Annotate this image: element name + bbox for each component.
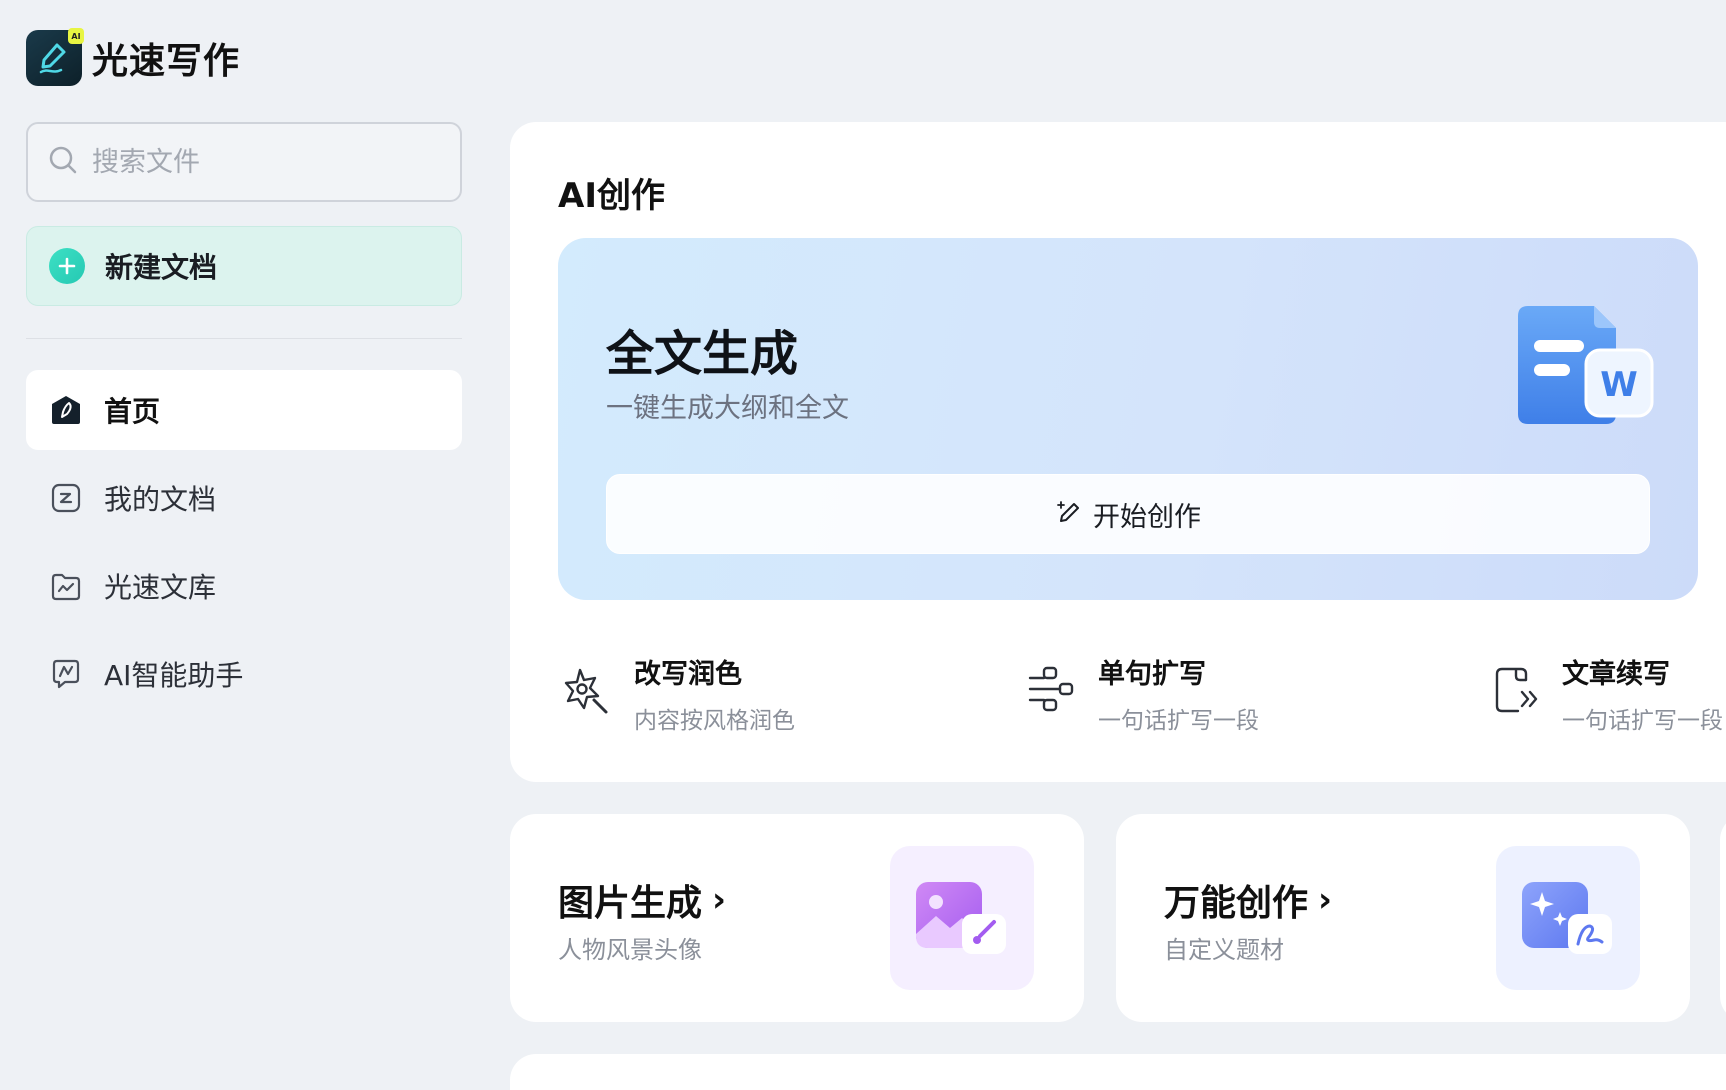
sidebar-item-label: AI智能助手 — [104, 659, 244, 692]
document-icon — [48, 480, 84, 516]
tool-title: 改写润色 — [634, 659, 742, 690]
tool-article-continue[interactable]: 文章续写 一句话扩写一段 — [1486, 652, 1723, 735]
expand-flow-icon — [1022, 660, 1082, 720]
sidebar-item-label: 我的文档 — [104, 483, 217, 516]
card-title: 图片生成 — [558, 883, 703, 924]
card-title-row: 万能创作 › — [1164, 874, 1332, 926]
new-document-label: 新建文档 — [105, 251, 218, 284]
sidebar-item-home[interactable]: 首页 — [26, 370, 462, 450]
start-creating-button[interactable]: 开始创作 — [606, 474, 1650, 554]
search-box[interactable] — [26, 122, 462, 202]
word-document-icon: W — [1516, 306, 1656, 430]
universal-creation-card[interactable]: 万能创作 › 自定义题材 — [1116, 814, 1690, 1022]
bottom-panel — [510, 1054, 1726, 1090]
ai-badge: AI — [68, 28, 84, 44]
image-generation-card[interactable]: 图片生成 › 人物风景头像 — [510, 814, 1084, 1022]
app-logo[interactable]: AI 光速写作 — [26, 28, 241, 86]
partial-card-offscreen — [1720, 814, 1726, 1022]
tool-subtitle: 内容按风格润色 — [634, 708, 795, 734]
card-title: 万能创作 — [1164, 883, 1309, 924]
card-subtitle: 自定义题材 — [1164, 936, 1284, 964]
continue-write-icon — [1486, 660, 1546, 720]
start-creating-label: 开始创作 — [1093, 501, 1201, 533]
sidebar-item-ai-assistant[interactable]: AI智能助手 — [26, 634, 462, 714]
chevron-right-icon: › — [1318, 880, 1333, 920]
folder-library-icon — [48, 568, 84, 604]
quick-tools: 改写润色 内容按风格润色 单句扩写 一句话扩写一段 文章续写 一句话扩写一段 — [558, 652, 1726, 742]
card-title-row: 图片生成 › — [558, 874, 726, 926]
sidebar-divider — [26, 338, 462, 339]
image-brush-icon — [890, 846, 1034, 990]
sidebar-item-label: 首页 — [104, 395, 161, 428]
card-subtitle: 人物风景头像 — [558, 936, 702, 964]
plus-icon — [49, 248, 85, 284]
search-icon — [48, 145, 78, 179]
magic-wand-icon — [558, 660, 618, 720]
ai-chat-icon — [48, 656, 84, 692]
hero-subtitle: 一键生成大纲和全文 — [606, 393, 849, 424]
sparkle-pen-icon — [1496, 846, 1640, 990]
home-icon — [48, 392, 84, 428]
tool-rewrite-polish[interactable]: 改写润色 内容按风格润色 — [558, 652, 795, 735]
tool-sentence-expand[interactable]: 单句扩写 一句话扩写一段 — [1022, 652, 1259, 735]
sidebar-item-my-documents[interactable]: 我的文档 — [26, 458, 462, 538]
sidebar-nav: 首页 我的文档 光速文库 AI智能助手 — [26, 370, 462, 722]
chevron-right-icon: › — [712, 880, 727, 920]
search-input[interactable] — [92, 146, 432, 178]
section-title: AI创作 — [558, 176, 665, 216]
app-name: 光速写作 — [92, 41, 241, 82]
hero-title: 全文生成 — [606, 326, 799, 382]
sidebar-item-label: 光速文库 — [104, 571, 217, 604]
ai-creation-panel: AI创作 全文生成 一键生成大纲和全文 W 开始创作 改写润色 内容按风格润色 … — [510, 122, 1726, 782]
tool-title: 单句扩写 — [1098, 659, 1206, 690]
pen-sparkle-icon — [1055, 498, 1083, 530]
full-text-generation-card[interactable]: 全文生成 一键生成大纲和全文 W 开始创作 — [558, 238, 1698, 600]
tool-subtitle: 一句话扩写一段 — [1098, 708, 1259, 734]
new-document-button[interactable]: 新建文档 — [26, 226, 462, 306]
sidebar-item-library[interactable]: 光速文库 — [26, 546, 462, 626]
tool-title: 文章续写 — [1562, 659, 1670, 690]
logo-icon: AI — [26, 28, 84, 86]
tool-subtitle: 一句话扩写一段 — [1562, 708, 1723, 734]
word-badge-letter: W — [1600, 365, 1638, 405]
